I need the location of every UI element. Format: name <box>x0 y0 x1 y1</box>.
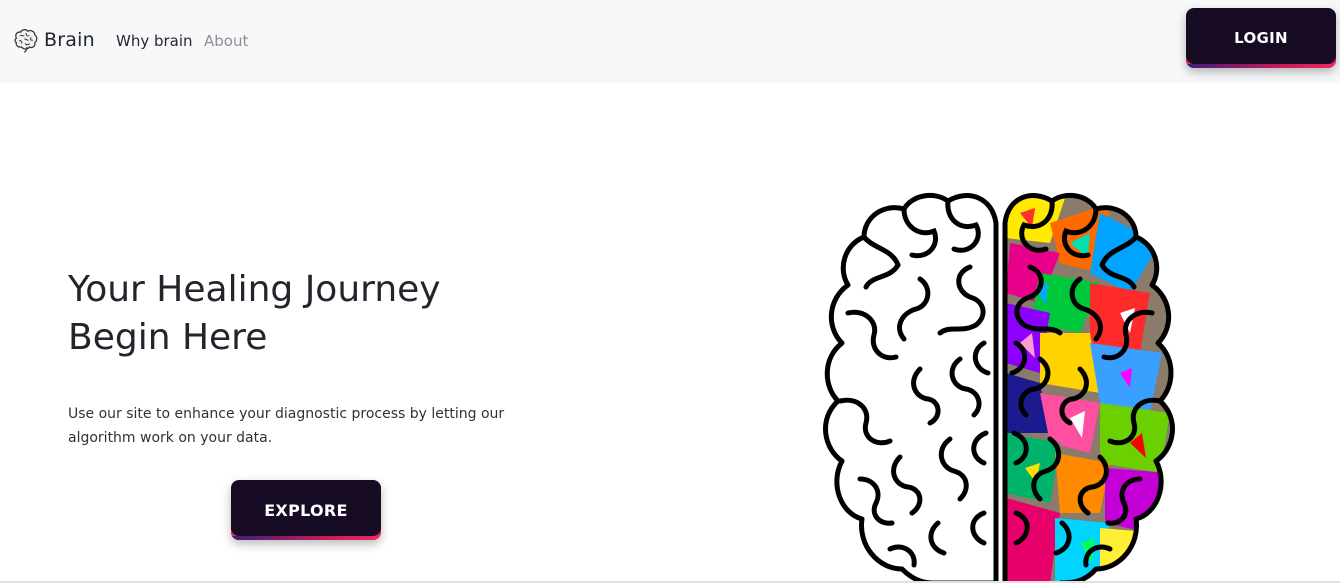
hero-description: Use our site to enhance your diagnostic … <box>68 406 505 446</box>
brand-name: Brain <box>44 29 95 51</box>
hero-title: Your Healing Journey Begin Here <box>68 266 588 362</box>
explore-button[interactable]: EXPLORE <box>231 480 381 540</box>
nav-link-why-brain[interactable]: Why brain <box>116 32 193 50</box>
hero-title-line-1: Your Healing Journey <box>68 269 441 310</box>
navbar: Brain Why brain About LOGIN <box>0 0 1340 83</box>
login-button[interactable]: LOGIN <box>1186 8 1336 68</box>
brain-illustration <box>823 192 1175 583</box>
hero-title-line-2: Begin Here <box>68 317 268 358</box>
brain-icon <box>14 29 38 53</box>
nav-link-about[interactable]: About <box>204 32 248 50</box>
brand-logo[interactable]: Brain <box>12 26 95 54</box>
